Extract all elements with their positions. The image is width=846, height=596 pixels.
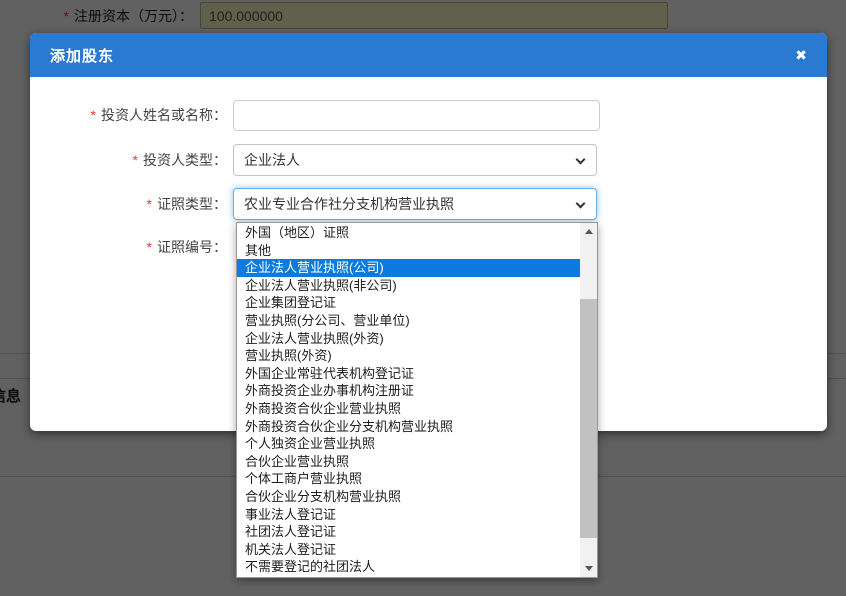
license-type-select[interactable]: 农业专业合作社分支机构营业执照 xyxy=(233,188,597,220)
dropdown-option[interactable]: 营业执照(外资) xyxy=(237,347,580,365)
dropdown-option[interactable]: 个人独资企业营业执照 xyxy=(237,435,580,453)
dropdown-option[interactable]: 企业法人营业执照(公司) xyxy=(237,259,580,277)
license-type-label: *证照类型： xyxy=(30,188,227,220)
scroll-up-arrow-icon xyxy=(585,229,593,234)
dialog-title: 添加股东 xyxy=(50,45,114,66)
investor-type-label: *投资人类型： xyxy=(30,144,227,176)
dropdown-option[interactable]: 外国企业常驻代表机构登记证 xyxy=(237,365,580,383)
dropdown-option[interactable]: 营业执照(分公司、营业单位) xyxy=(237,312,580,330)
scroll-down-button[interactable] xyxy=(580,560,597,577)
dropdown-option[interactable]: 不需要登记的社团法人 xyxy=(237,558,580,576)
dropdown-option[interactable]: 外国（地区）证照 xyxy=(237,224,580,242)
dropdown-option[interactable]: 外商投资合伙企业营业执照 xyxy=(237,400,580,418)
dropdown-options: 外国（地区）证照其他企业法人营业执照(公司)企业法人营业执照(非公司)企业集团登… xyxy=(237,224,580,576)
required-marker: * xyxy=(147,239,152,255)
dropdown-option[interactable]: 机关法人登记证 xyxy=(237,541,580,559)
dropdown-scrollbar[interactable] xyxy=(580,223,597,577)
scroll-down-arrow-icon xyxy=(585,566,593,571)
chevron-down-icon xyxy=(576,155,586,165)
investor-name-label: *投资人姓名或名称： xyxy=(30,100,227,131)
dropdown-option[interactable]: 个体工商户营业执照 xyxy=(237,470,580,488)
scroll-up-button[interactable] xyxy=(580,223,597,240)
scrollbar-thumb[interactable] xyxy=(580,299,597,538)
license-type-value: 农业专业合作社分支机构营业执照 xyxy=(244,196,454,212)
dropdown-option[interactable]: 合伙企业营业执照 xyxy=(237,453,580,471)
dropdown-option[interactable]: 合伙企业分支机构营业执照 xyxy=(237,488,580,506)
dropdown-option[interactable]: 外商投资合伙企业分支机构营业执照 xyxy=(237,418,580,436)
license-type-dropdown: 外国（地区）证照其他企业法人营业执照(公司)企业法人营业执照(非公司)企业集团登… xyxy=(236,222,598,578)
required-marker: * xyxy=(91,107,96,123)
investor-type-select[interactable]: 企业法人 xyxy=(233,144,597,176)
required-marker: * xyxy=(147,196,152,212)
dropdown-option[interactable]: 社团法人登记证 xyxy=(237,523,580,541)
dropdown-option[interactable]: 事业法人登记证 xyxy=(237,506,580,524)
close-icon[interactable]: ✖ xyxy=(795,48,807,62)
dialog-header: 添加股东 ✖ xyxy=(30,33,827,77)
dropdown-option[interactable]: 企业集团登记证 xyxy=(237,294,580,312)
dropdown-option[interactable]: 其他 xyxy=(237,242,580,260)
dropdown-option[interactable]: 企业法人营业执照(外资) xyxy=(237,330,580,348)
chevron-down-icon xyxy=(576,199,586,209)
dropdown-option[interactable]: 企业法人营业执照(非公司) xyxy=(237,277,580,295)
dropdown-option[interactable]: 外商投资企业办事机构注册证 xyxy=(237,382,580,400)
investor-name-input[interactable] xyxy=(233,100,600,131)
investor-type-value: 企业法人 xyxy=(244,152,300,168)
required-marker: * xyxy=(133,152,138,168)
license-number-label: *证照编号： xyxy=(30,237,227,257)
